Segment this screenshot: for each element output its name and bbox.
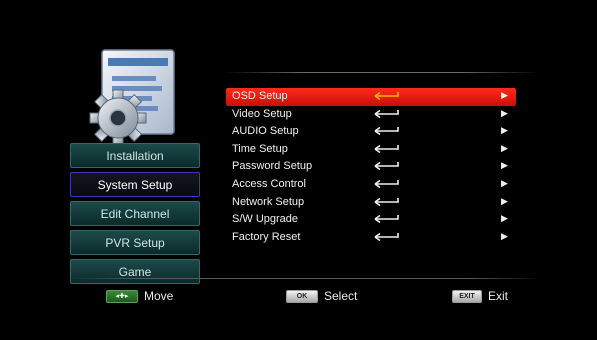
category-installation[interactable]: Installation	[70, 143, 200, 168]
chevron-right-icon: ▶	[501, 213, 508, 224]
hint-select-label: Select	[324, 289, 358, 303]
submenu-item-label: Video Setup	[232, 107, 292, 120]
enter-arrow-icon	[372, 196, 402, 210]
hint-exit-label: Exit	[488, 289, 509, 303]
hint-move-label: Move	[144, 289, 174, 303]
category-system-setup[interactable]: System Setup	[70, 172, 200, 197]
enter-arrow-icon	[372, 90, 402, 104]
enter-arrow-icon	[372, 231, 402, 245]
submenu-item-sw-upgrade[interactable]: S/W Upgrade ▶	[226, 211, 516, 229]
chevron-right-icon: ▶	[501, 177, 508, 188]
osd-screen: Installation System Setup Edit Channel P…	[0, 0, 597, 340]
hint-move: ◂✚▸ Move	[106, 289, 173, 303]
exit-key-icon: EXIT	[452, 289, 482, 303]
chevron-right-icon: ▶	[501, 160, 508, 171]
hint-exit: EXIT Exit	[452, 289, 508, 303]
system-setup-submenu: OSD Setup ▶ Video Setup ▶ AUDIO Setup ▶ …	[226, 88, 516, 246]
submenu-item-audio-setup[interactable]: AUDIO Setup ▶	[226, 123, 516, 141]
hint-select: OK Select	[286, 289, 357, 303]
enter-arrow-icon	[372, 178, 402, 192]
category-game[interactable]: Game	[70, 259, 200, 284]
submenu-item-label: Access Control	[232, 177, 306, 190]
ok-key-icon: OK	[286, 289, 318, 303]
submenu-item-network-setup[interactable]: Network Setup ▶	[226, 194, 516, 212]
navigation-key-icon: ◂✚▸	[106, 289, 138, 303]
submenu-item-password-setup[interactable]: Password Setup ▶	[226, 158, 516, 176]
category-menu: Installation System Setup Edit Channel P…	[70, 143, 200, 288]
enter-arrow-icon	[372, 160, 402, 174]
chevron-right-icon: ▶	[501, 125, 508, 136]
bottom-divider	[70, 278, 540, 279]
submenu-item-time-setup[interactable]: Time Setup ▶	[226, 141, 516, 159]
submenu-item-video-setup[interactable]: Video Setup ▶	[226, 106, 516, 124]
submenu-item-label: OSD Setup	[232, 90, 288, 102]
chevron-right-icon: ▶	[501, 142, 508, 153]
submenu-item-label: Network Setup	[232, 195, 305, 208]
top-divider	[224, 72, 540, 73]
submenu-item-label: Password Setup	[232, 160, 313, 173]
category-pvr-setup[interactable]: PVR Setup	[70, 230, 200, 255]
submenu-item-osd-setup[interactable]: OSD Setup ▶	[226, 88, 516, 106]
submenu-item-label: S/W Upgrade	[232, 213, 299, 226]
submenu-item-factory-reset[interactable]: Factory Reset ▶	[226, 229, 516, 247]
enter-arrow-icon	[372, 125, 402, 139]
chevron-right-icon: ▶	[501, 195, 508, 206]
submenu-item-access-control[interactable]: Access Control ▶	[226, 176, 516, 194]
enter-arrow-icon	[372, 143, 402, 157]
settings-gear-document-icon	[89, 49, 175, 147]
submenu-item-label: AUDIO Setup	[232, 125, 299, 138]
chevron-right-icon: ▶	[501, 107, 508, 118]
submenu-item-label: Time Setup	[232, 142, 288, 155]
chevron-right-icon: ▶	[501, 90, 508, 100]
submenu-item-label: Factory Reset	[232, 230, 301, 243]
enter-arrow-icon	[372, 108, 402, 122]
chevron-right-icon: ▶	[501, 230, 508, 241]
category-edit-channel[interactable]: Edit Channel	[70, 201, 200, 226]
enter-arrow-icon	[372, 213, 402, 227]
